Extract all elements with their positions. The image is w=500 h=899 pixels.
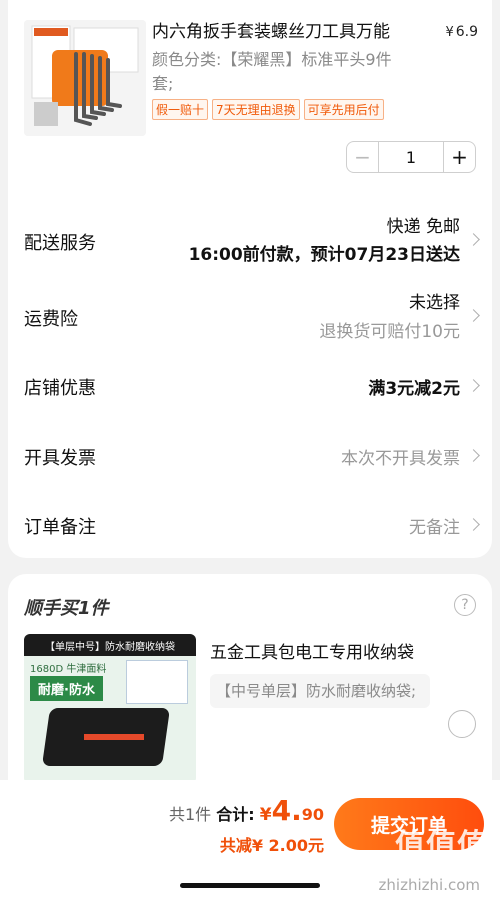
order-note-row[interactable]: 订单备注 无备注 [8, 505, 492, 545]
addon-title: 顺手买1件 [24, 598, 109, 619]
shop-coupon-row[interactable]: 店铺优惠 满3元减2元 [8, 366, 492, 406]
service-tags: 假一赔十 7天无理由退换 可享先用后付 [152, 99, 384, 120]
chevron-right-icon [467, 449, 480, 462]
invoice-label: 开具发票 [24, 448, 96, 469]
invoice-value: 本次不开具发票 [341, 449, 460, 469]
invoice-row[interactable]: 开具发票 本次不开具发票 [8, 436, 492, 476]
addon-product-image[interactable]: 【单层中号】防水耐磨收纳袋 1680D 牛津面料 耐磨·防水 [24, 634, 196, 784]
checkout-bar: 共1件 合计: ¥4.90 共减¥ 2.00元 提交订单 值值值 zhizhiz… [0, 780, 500, 899]
addon-product-name[interactable]: 五金工具包电工专用收纳袋 [210, 638, 414, 663]
product-image[interactable] [24, 20, 146, 136]
watermark-url: zhizhizhi.com [378, 876, 480, 894]
shop-coupon-label: 店铺优惠 [24, 378, 96, 399]
product-spec: 颜色分类:【荣耀黑】标准平头9件套; [152, 50, 392, 93]
chevron-right-icon [467, 309, 480, 322]
delivery-estimate: 16:00前付款，预计07月23日送达 [188, 245, 460, 265]
image-spec-table [126, 660, 188, 704]
insurance-row[interactable]: 运费险 未选择 退换货可赔付10元 [8, 286, 492, 346]
total-label: 合计: [216, 805, 255, 824]
tag-fake-compensation: 假一赔十 [152, 99, 209, 120]
image-spec-text: 1680D 牛津面料 [30, 664, 107, 675]
delivery-label: 配送服务 [24, 233, 96, 254]
insurance-detail: 退换货可赔付10元 [319, 322, 460, 342]
price-value: 6.9 [455, 24, 478, 40]
chevron-right-icon [467, 379, 480, 392]
order-total: 共1件 合计: ¥4.90 [169, 794, 324, 827]
hex-wrench-set-image [24, 20, 146, 136]
order-note-value: 无备注 [409, 518, 460, 538]
product-price: ¥6.9 [445, 24, 478, 40]
image-badge-text: 耐磨·防水 [30, 676, 103, 701]
price-currency: ¥ [445, 25, 454, 40]
quantity-input[interactable]: 1 [379, 142, 443, 172]
storage-bag-label [84, 734, 144, 740]
chevron-right-icon [467, 518, 480, 531]
total-decimal: 90 [301, 805, 324, 824]
home-indicator [180, 883, 320, 888]
chevron-right-icon [467, 233, 480, 246]
product-title[interactable]: 内六角扳手套装螺丝刀工具万能 [152, 20, 422, 44]
item-count: 共1件 [168, 805, 212, 824]
image-header-text: 【单层中号】防水耐磨收纳袋 [24, 634, 196, 656]
increase-button[interactable]: + [443, 142, 475, 172]
delivery-method: 快递 免邮 [386, 217, 460, 237]
addon-product-spec[interactable]: 【中号单层】防水耐磨收纳袋; [210, 674, 430, 708]
total-currency: ¥ [259, 805, 272, 825]
decrease-button[interactable]: − [347, 142, 379, 172]
help-icon[interactable]: ? [454, 594, 476, 616]
insurance-label: 运费险 [24, 309, 78, 330]
tag-pay-later: 可享先用后付 [303, 99, 384, 120]
order-note-label: 订单备注 [24, 517, 96, 538]
insurance-status: 未选择 [409, 293, 460, 313]
watermark-logo: 值值值 [395, 828, 488, 863]
addon-select-radio[interactable] [448, 710, 476, 738]
tag-7day-return: 7天无理由退换 [212, 99, 300, 120]
total-integer: 4. [271, 794, 302, 827]
total-saving: 共减¥ 2.00元 [219, 836, 324, 855]
shop-coupon-value: 满3元减2元 [368, 379, 460, 399]
delivery-row[interactable]: 配送服务 快递 免邮 16:00前付款，预计07月23日送达 [8, 208, 492, 274]
quantity-stepper: − 1 + [346, 141, 476, 173]
order-card: 内六角扳手套装螺丝刀工具万能 ¥6.9 颜色分类:【荣耀黑】标准平头9件套; 假… [8, 0, 492, 558]
